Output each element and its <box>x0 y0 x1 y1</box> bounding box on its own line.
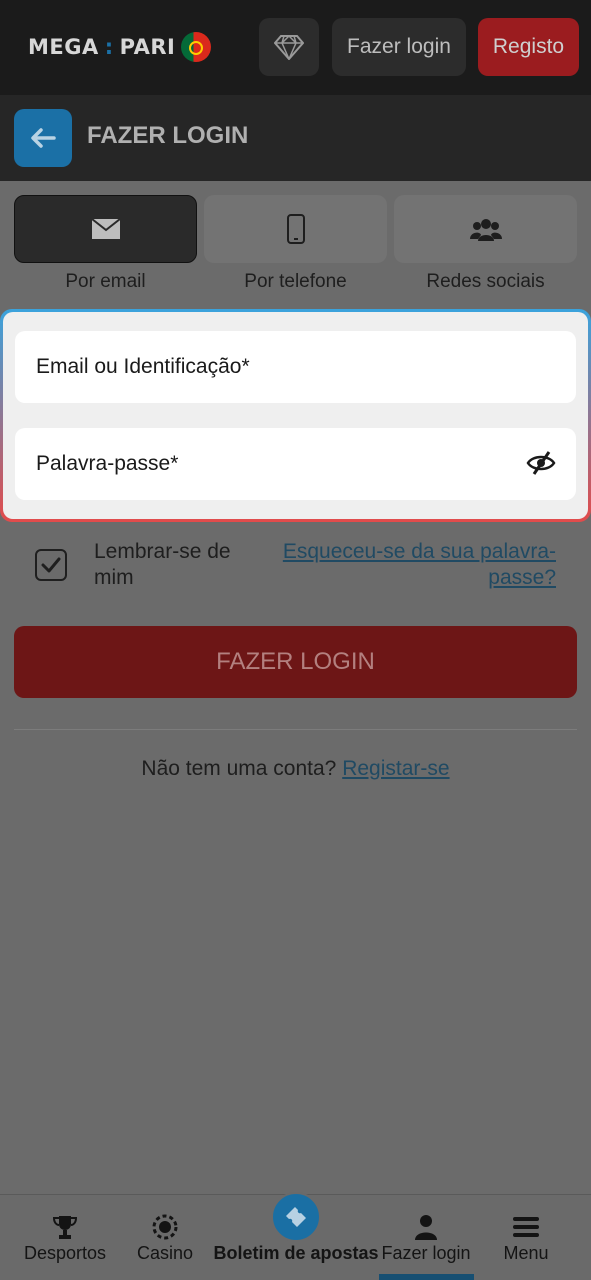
no-account-text: Não tem uma conta? <box>141 757 337 780</box>
nav-item-menu[interactable]: Menu <box>488 1195 564 1280</box>
login-submit-button[interactable]: FAZER LOGIN <box>14 626 577 698</box>
nav-item-betslip[interactable]: Boletim de apostas <box>212 1192 380 1280</box>
betslip-button[interactable] <box>271 1192 321 1242</box>
tab-phone-label: Por telefone <box>244 271 347 292</box>
tab-social[interactable] <box>394 195 577 263</box>
email-field[interactable]: Email ou Identificação* <box>15 331 576 403</box>
page-header: FAZER LOGIN <box>0 95 591 181</box>
logo-text-pari: PARI <box>119 35 176 59</box>
arrow-left-icon <box>31 128 56 148</box>
ticket-icon <box>286 1207 306 1227</box>
active-tab-indicator <box>379 1274 474 1280</box>
login-form-panel: Email ou Identificação* Palavra-passe* <box>0 309 591 522</box>
password-placeholder: Palavra-passe* <box>36 452 179 475</box>
eye-slash-icon[interactable] <box>526 450 556 476</box>
page-title: FAZER LOGIN <box>87 122 249 149</box>
phone-icon <box>286 214 305 244</box>
casino-chip-icon <box>152 1214 178 1240</box>
remember-me-checkbox[interactable] <box>35 549 67 581</box>
password-field[interactable]: Palavra-passe* <box>15 428 576 500</box>
remember-me-label: Lembrar-se de mim <box>94 540 231 589</box>
envelope-icon <box>90 218 121 239</box>
signup-link[interactable]: Registar-se <box>342 757 449 780</box>
header-login-button[interactable]: Fazer login <box>332 18 466 76</box>
portugal-flag-icon <box>181 32 212 62</box>
nav-label-menu: Menu <box>503 1243 549 1263</box>
email-placeholder: Email ou Identificação* <box>36 355 250 378</box>
tab-social-label: Redes sociais <box>426 271 545 292</box>
nav-label-betslip: Boletim de apostas <box>213 1243 379 1263</box>
trophy-icon <box>52 1216 78 1239</box>
diamond-icon <box>274 34 304 60</box>
nav-label-sports: Desportos <box>23 1243 107 1263</box>
user-icon <box>415 1215 437 1240</box>
tab-email-label: Por email <box>65 271 146 292</box>
megapari-logo[interactable]: MEGA : PARI <box>28 32 212 62</box>
tab-email[interactable] <box>14 195 197 263</box>
tab-phone[interactable] <box>204 195 387 263</box>
vip-diamond-button[interactable] <box>259 18 319 76</box>
divider <box>14 729 577 730</box>
nav-item-login[interactable]: Fazer login <box>378 1195 474 1280</box>
hamburger-icon <box>513 1217 539 1237</box>
nav-label-login: Fazer login <box>381 1243 471 1263</box>
nav-label-casino: Casino <box>136 1243 194 1263</box>
logo-separator: : <box>104 35 114 59</box>
forgot-password-link[interactable]: Esqueceu-se da sua palavra-passe? <box>270 539 556 591</box>
logo-text-mega: MEGA <box>28 35 99 59</box>
bottom-navigation: Desportos Casino Boletim de apostas Faze… <box>0 1192 591 1280</box>
checkmark-icon <box>41 557 61 573</box>
back-button[interactable] <box>14 109 72 167</box>
top-header: MEGA : PARI Fazer login Registo <box>0 0 591 95</box>
users-icon <box>469 219 502 241</box>
nav-item-sports[interactable]: Desportos <box>18 1195 112 1280</box>
nav-item-casino[interactable]: Casino <box>128 1195 202 1280</box>
header-register-button[interactable]: Registo <box>478 18 579 76</box>
signup-prompt: Não tem uma conta? Registar-se <box>0 757 591 781</box>
